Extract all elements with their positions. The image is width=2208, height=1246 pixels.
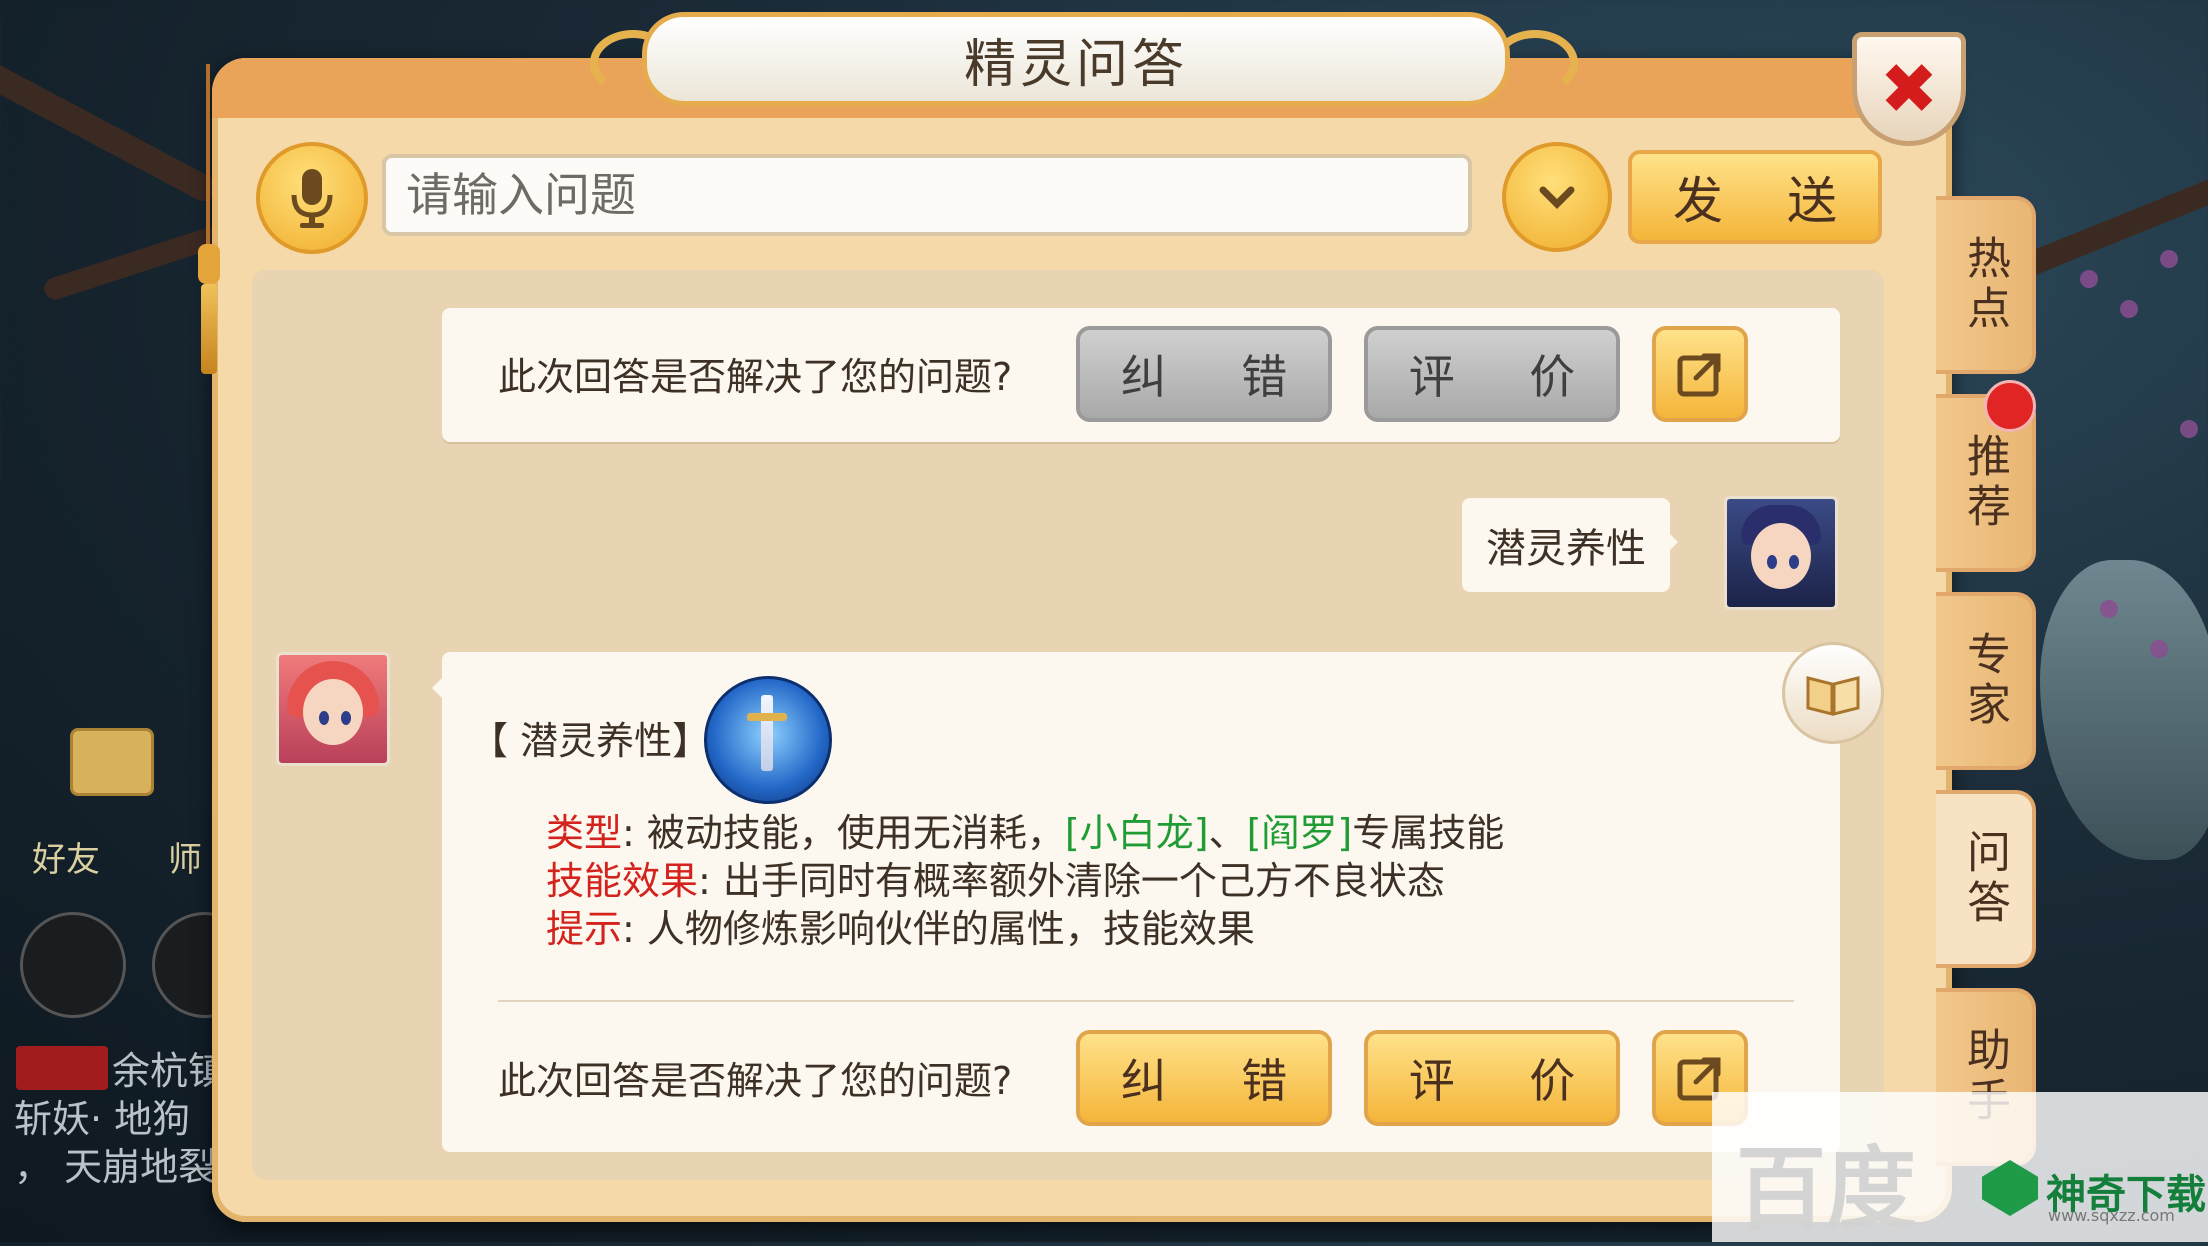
baidu-watermark: 百度 — [1736, 1137, 1916, 1242]
hero-tag-yanluo[interactable]: [阎罗] — [1247, 811, 1353, 855]
chat-area[interactable]: 此次回答是否解决了您的问题? 纠 错 评 价 潜灵养性 【 潜灵养性】 类型: … — [252, 270, 1884, 1180]
chevron-down-icon — [1539, 186, 1575, 209]
user-message-bubble: 潜灵养性 — [1462, 498, 1678, 592]
tassel-ornament — [198, 64, 220, 374]
close-button[interactable]: ✖ — [1852, 32, 1966, 146]
colon: : — [622, 811, 647, 855]
rate-button[interactable]: 评 价 — [1364, 1030, 1620, 1126]
answer-card: 【 潜灵养性】 类型: 被动技能，使用无消耗，[小白龙]、[阎罗]专属技能 技能… — [432, 642, 1884, 1152]
colon: : — [622, 907, 647, 951]
page-title: 精灵问答 — [642, 12, 1510, 106]
skill-type-line: 类型: 被动技能，使用无消耗，[小白龙]、[阎罗]专属技能 — [546, 802, 1504, 857]
correct-button-top[interactable]: 纠 错 — [1076, 326, 1332, 422]
master-label[interactable]: 师 — [168, 832, 202, 881]
hero-tag-xiaobailong[interactable]: [小白龙] — [1065, 811, 1209, 855]
type-suffix: 专属技能 — [1352, 811, 1505, 855]
friend-label[interactable]: 好友 — [32, 832, 100, 881]
divider — [498, 1000, 1794, 1002]
feedback-card-top: 此次回答是否解决了您的问题? 纠 错 评 价 — [442, 308, 1840, 442]
channel-tag — [16, 1046, 108, 1090]
tab-hot[interactable]: 热点 — [1936, 196, 2036, 374]
feedback-question: 此次回答是否解决了您的问题? — [498, 355, 1013, 399]
tip-text: 人物修炼影响伙伴的属性，技能效果 — [646, 907, 1255, 951]
skill-name: 【 潜灵养性】 — [470, 719, 711, 763]
skill-effect-line: 技能效果: 出手同时有概率额外清除一个己方不良状态 — [546, 850, 1445, 905]
chat-line: 余杭镇 — [112, 1049, 227, 1093]
type-label: 类型 — [546, 811, 623, 855]
effect-text: 出手同时有概率额外清除一个己方不良状态 — [722, 859, 1445, 903]
skill-tip-line: 提示: 人物修炼影响伙伴的属性，技能效果 — [546, 898, 1255, 953]
correct-button[interactable]: 纠 错 — [1076, 1030, 1332, 1126]
share-icon — [1677, 353, 1721, 397]
share-button-top[interactable] — [1652, 326, 1748, 422]
book-icon[interactable] — [1782, 642, 1884, 744]
tip-label: 提示 — [546, 907, 623, 951]
tab-qa[interactable]: 问答 — [1936, 790, 2036, 968]
skill-sword-icon — [704, 676, 832, 804]
microphone-button[interactable] — [256, 142, 368, 254]
send-button[interactable]: 发 送 — [1628, 150, 1882, 244]
tab-expert[interactable]: 专家 — [1936, 592, 2036, 770]
chat-line: 斩妖· 地狗 — [14, 1097, 191, 1141]
close-icon: ✖ — [1879, 48, 1939, 130]
chat-line: ， 天崩地裂 — [14, 1145, 217, 1189]
microphone-icon — [291, 169, 333, 228]
history-dropdown-button[interactable] — [1502, 142, 1612, 252]
chat-bubble-icon[interactable] — [20, 912, 126, 1018]
colon: : — [698, 859, 723, 903]
fairy-avatar — [276, 652, 390, 766]
rate-button-top[interactable]: 评 价 — [1364, 326, 1620, 422]
mail-icon[interactable] — [70, 728, 154, 796]
effect-label: 技能效果 — [546, 859, 699, 903]
separator: 、 — [1208, 811, 1247, 855]
type-text: 被动技能，使用无消耗， — [646, 811, 1065, 855]
user-avatar[interactable] — [1724, 496, 1838, 610]
question-input[interactable] — [382, 154, 1472, 236]
feedback-question: 此次回答是否解决了您的问题? — [498, 1059, 1013, 1103]
notification-badge — [1984, 380, 2036, 432]
brand-url: www.sqxzz.com — [2048, 1206, 2175, 1225]
